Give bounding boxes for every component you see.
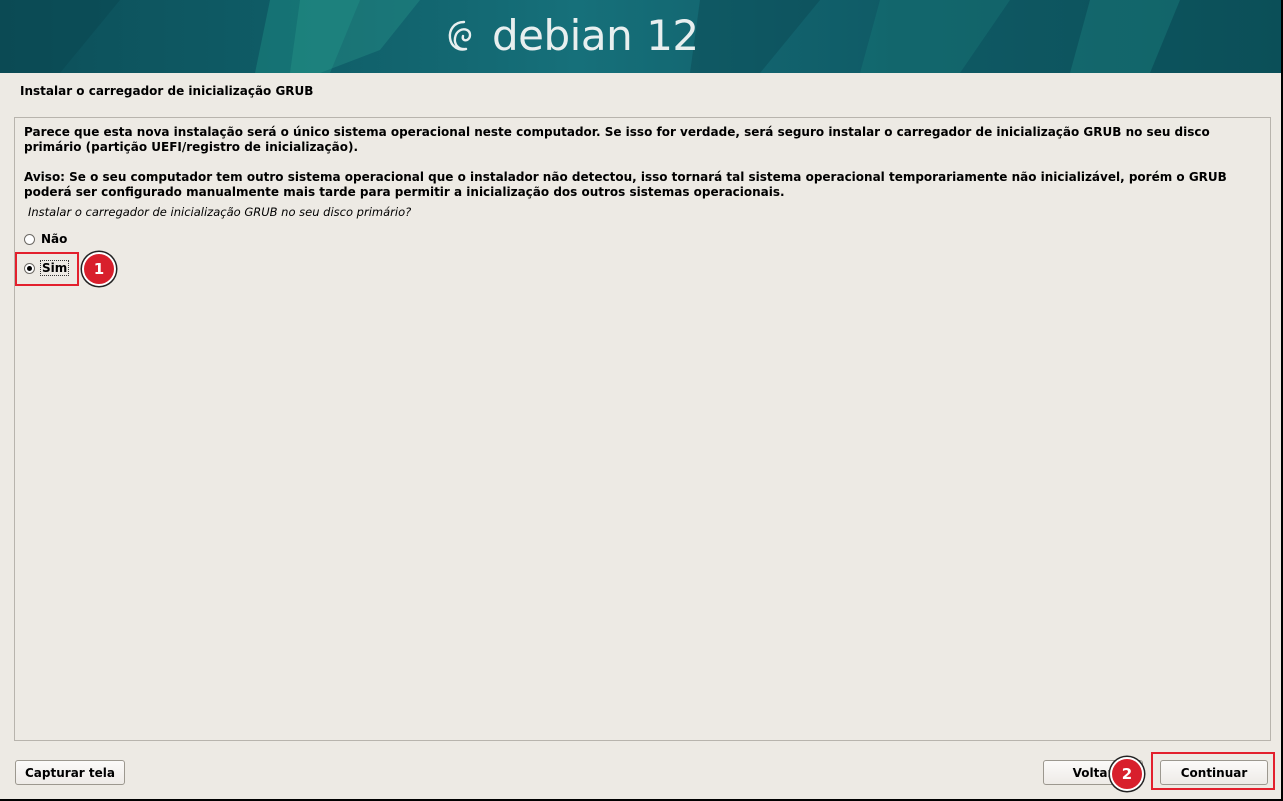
option-nao[interactable]: Não xyxy=(24,232,67,246)
capture-screen-button[interactable]: Capturar tela xyxy=(15,760,125,785)
question-label: Instalar o carregador de inicialização G… xyxy=(28,205,412,219)
annotation-highlight-continue xyxy=(1151,752,1275,790)
annotation-highlight-sim xyxy=(15,252,79,286)
description-paragraph-2: Aviso: Se o seu computador tem outro sis… xyxy=(24,170,1227,199)
annotation-step-1: 1 xyxy=(82,252,116,286)
description: Parece que esta nova instalação será o ú… xyxy=(24,125,1249,215)
annotation-step-2: 2 xyxy=(1110,757,1144,791)
radio-button-nao[interactable] xyxy=(24,233,35,245)
debian-swirl-icon xyxy=(448,20,472,51)
installer-window: debian 12 Instalar o carregador de inicia… xyxy=(0,0,1283,801)
content-panel: Parece que esta nova instalação será o ú… xyxy=(14,117,1271,741)
description-paragraph-1: Parece que esta nova instalação será o ú… xyxy=(24,125,1210,154)
page-title: Instalar o carregador de inicialização G… xyxy=(20,84,314,98)
debian-logo: debian 12 xyxy=(444,8,699,64)
option-label-nao: Não xyxy=(41,232,68,246)
brand-name: debian xyxy=(492,11,633,60)
brand-version: 12 xyxy=(646,11,699,60)
debian-banner: debian 12 xyxy=(0,0,1281,73)
